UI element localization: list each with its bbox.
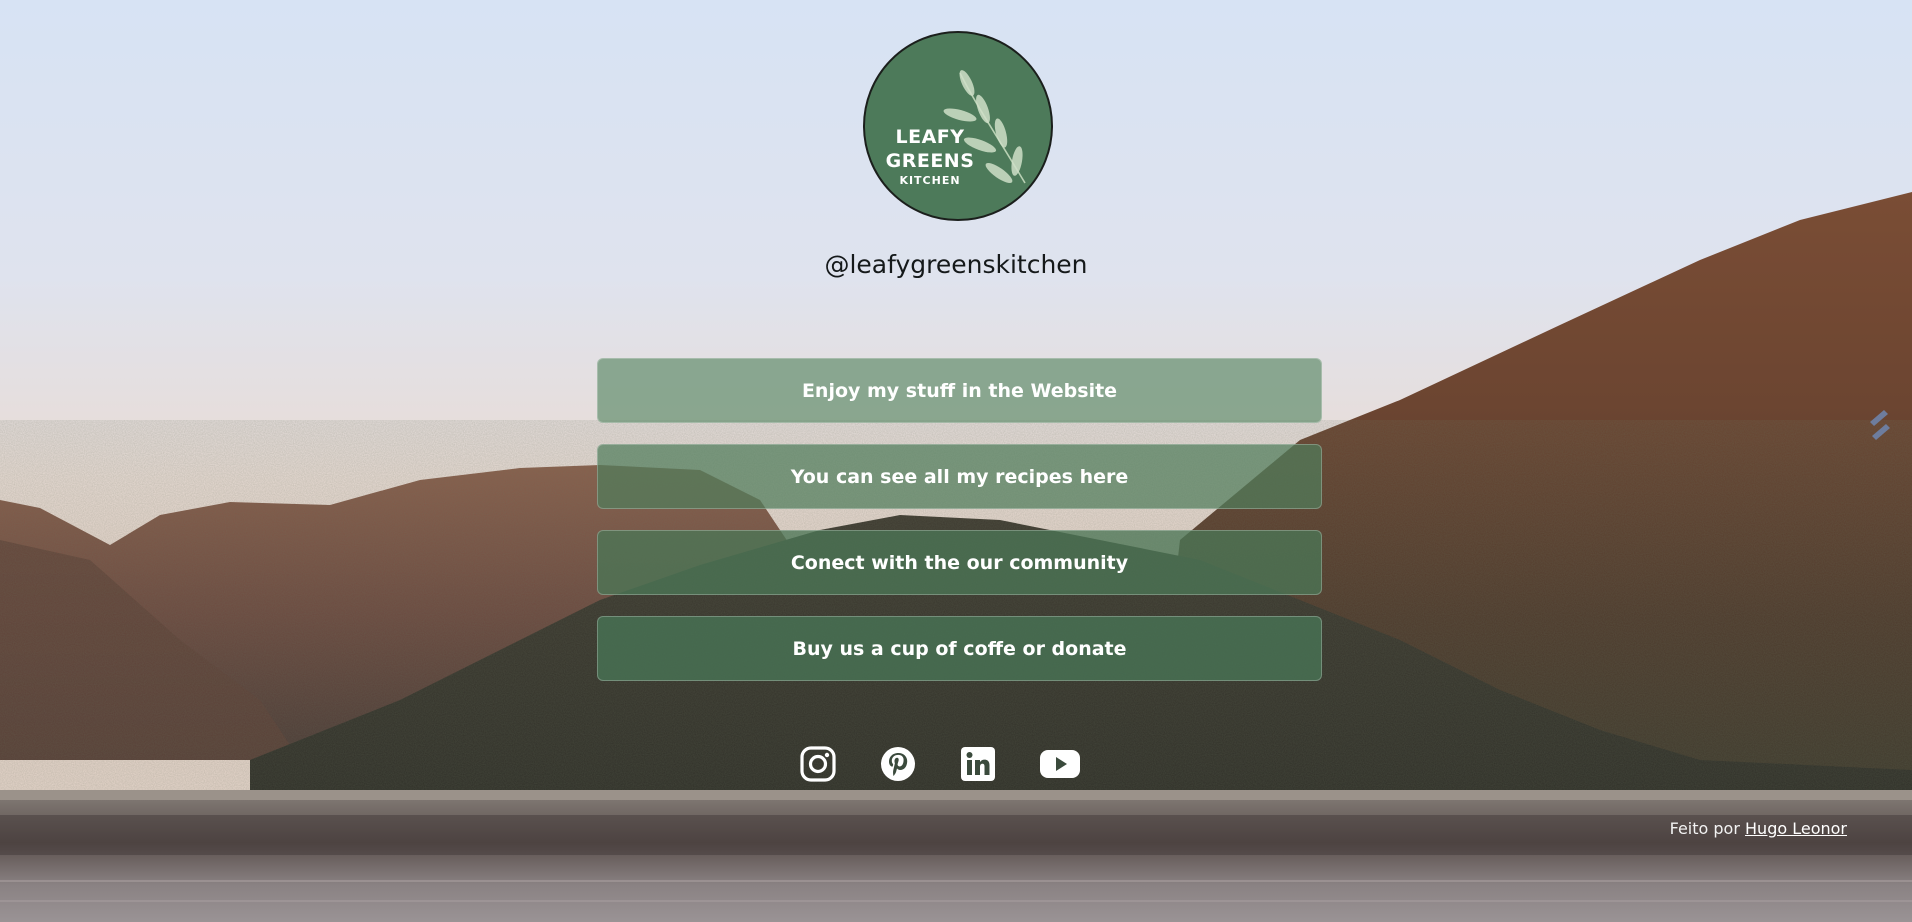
instagram-icon[interactable] <box>799 745 839 783</box>
logo-text-leafy: LEAFY <box>895 126 965 148</box>
linkedin-icon[interactable] <box>959 745 999 783</box>
profile-logo: LEAFY GREENS KITCHEN <box>863 31 1053 221</box>
footer-credit: Feito por Hugo Leonor <box>1670 819 1847 838</box>
youtube-icon[interactable] <box>1039 745 1080 783</box>
pinterest-icon[interactable] <box>879 745 919 783</box>
logo-text-greens: GREENS <box>885 150 975 172</box>
logo-text-kitchen: KITCHEN <box>899 174 961 187</box>
author-link[interactable]: Hugo Leonor <box>1745 819 1847 838</box>
donate-link-button[interactable]: Buy us a cup of coffe or donate <box>597 616 1322 681</box>
link-list: Enjoy my stuff in the Website You can se… <box>597 358 1322 702</box>
footer-prefix: Feito por <box>1669 819 1740 838</box>
side-tab-icon <box>1870 410 1890 440</box>
recipes-link-button[interactable]: You can see all my recipes here <box>597 444 1322 509</box>
community-link-button[interactable]: Conect with the our community <box>597 530 1322 595</box>
website-link-button[interactable]: Enjoy my stuff in the Website <box>597 358 1322 423</box>
social-links <box>799 745 1099 783</box>
profile-handle: @leafygreenskitchen <box>824 250 1088 279</box>
